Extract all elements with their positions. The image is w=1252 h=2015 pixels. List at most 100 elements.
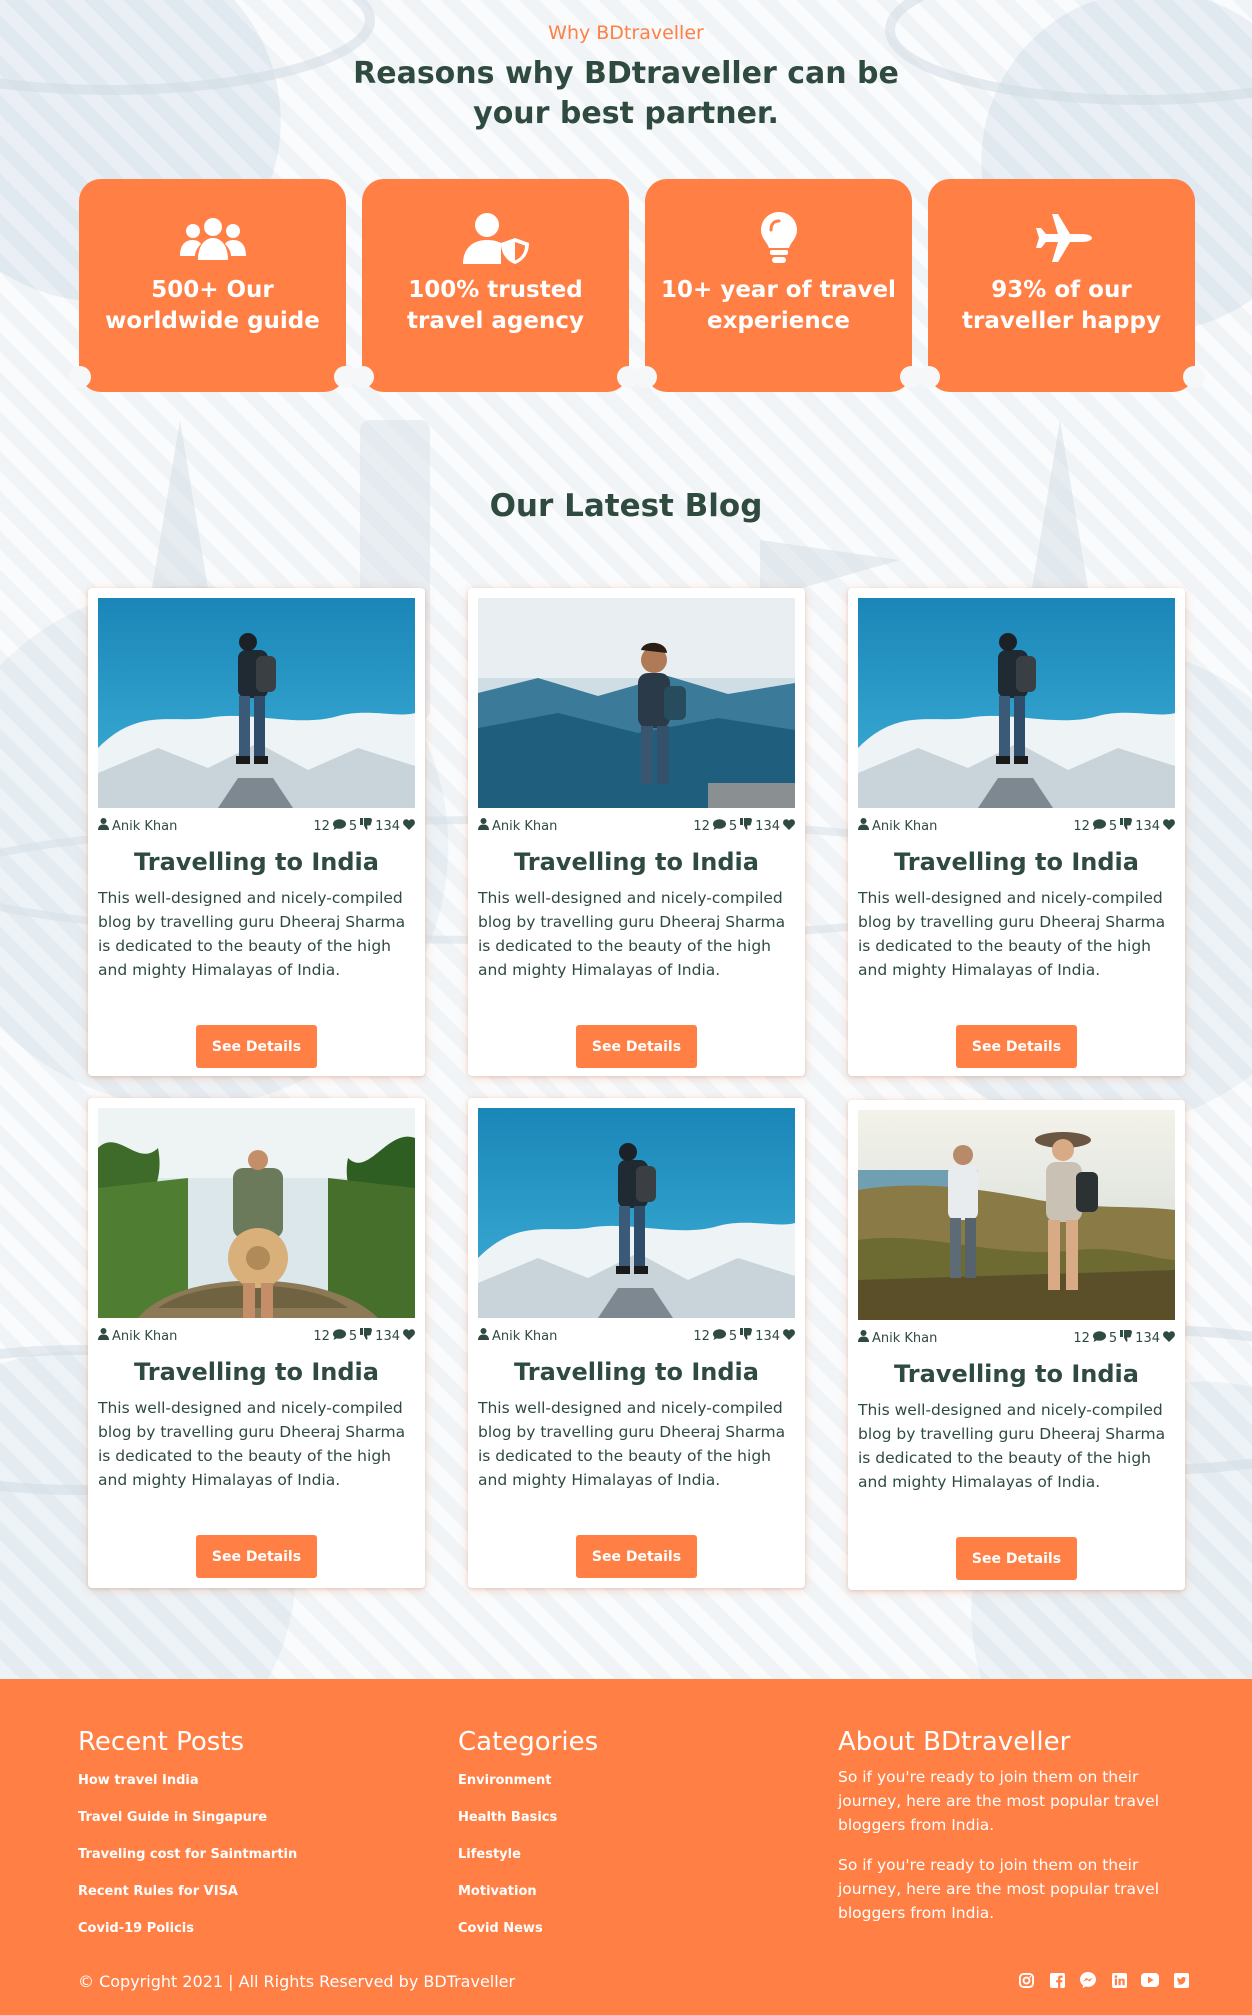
comment-icon[interactable] (1092, 818, 1106, 834)
blog-card: Anik Khan 12 5 134 Travelling to India T… (88, 1098, 425, 1588)
feature-card: 93% of our traveller happy (918, 179, 1205, 392)
comment-icon[interactable] (332, 1328, 346, 1344)
feature-text: 100% trusted travel agency (407, 277, 584, 334)
category-link[interactable]: Lifestyle (458, 1845, 598, 1882)
airplane-icon (928, 211, 1195, 265)
blog-card-description: This well-designed and nicely-compiled b… (478, 1399, 786, 1489)
like-count: 134 (375, 818, 400, 834)
see-details-button[interactable]: See Details (956, 1537, 1077, 1580)
comment-icon[interactable] (712, 1328, 726, 1344)
section-title: Reasons why BDtraveller can be your best… (353, 56, 899, 131)
category-link[interactable]: Motivation (458, 1882, 598, 1919)
thumbs-down-icon[interactable] (1120, 1330, 1133, 1346)
blog-card: Anik Khan 12 5 134 Travelling to India T… (848, 588, 1185, 1076)
facebook-icon[interactable] (1048, 1971, 1066, 1989)
comment-icon[interactable] (1092, 1330, 1106, 1346)
comment-icon[interactable] (332, 818, 346, 834)
post-stats: 12 5 134 (1073, 1330, 1175, 1346)
thumbs-down-icon[interactable] (360, 1328, 373, 1344)
category-link[interactable]: Environment (458, 1771, 598, 1808)
blog-card-image[interactable] (478, 1108, 795, 1318)
youtube-icon[interactable] (1141, 1971, 1159, 1989)
user-shield-icon (362, 211, 629, 265)
blog-card-meta: Anik Khan 12 5 134 (858, 818, 1175, 834)
blog-card-title[interactable]: Travelling to India (468, 1358, 805, 1386)
blog-card-meta: Anik Khan 12 5 134 (478, 818, 795, 834)
user-icon (478, 818, 489, 834)
twitter-icon[interactable] (1172, 1971, 1190, 1989)
blog-card-image[interactable] (98, 598, 415, 808)
see-details-button[interactable]: See Details (196, 1535, 317, 1578)
messenger-icon[interactable] (1079, 1971, 1097, 1989)
instagram-icon[interactable] (1017, 1971, 1035, 1989)
post-stats: 12 5 134 (313, 818, 415, 834)
blog-card-title[interactable]: Travelling to India (848, 848, 1185, 876)
heart-icon[interactable] (403, 818, 415, 834)
thumbs-down-icon[interactable] (740, 1328, 753, 1344)
recent-post-link[interactable]: Traveling cost for Saintmartin (78, 1845, 297, 1882)
dislike-count: 5 (1108, 1330, 1118, 1346)
category-link[interactable]: Covid News (458, 1919, 598, 1956)
category-link[interactable]: Health Basics (458, 1808, 598, 1845)
dislike-count: 5 (348, 818, 358, 834)
see-details-button[interactable]: See Details (956, 1025, 1077, 1068)
author-name: Anik Khan (492, 818, 558, 834)
author-name: Anik Khan (112, 1328, 178, 1344)
heart-icon[interactable] (783, 818, 795, 834)
thumbs-down-icon[interactable] (360, 818, 373, 834)
author-name: Anik Khan (872, 1330, 938, 1346)
feature-card: 500+ Our worldwide guide (69, 179, 356, 392)
blog-section-title: Our Latest Blog (489, 488, 763, 524)
about-paragraph: So if you're ready to join them on their… (838, 1856, 1160, 1922)
categories-title: Categories (458, 1727, 599, 1757)
recent-post-link[interactable]: Travel Guide in Singapure (78, 1808, 297, 1845)
blog-card-title[interactable]: Travelling to India (88, 1358, 425, 1386)
blog-card-image[interactable] (858, 598, 1175, 808)
about-paragraph: So if you're ready to join them on their… (838, 1768, 1160, 1834)
blog-card-title[interactable]: Travelling to India (88, 848, 425, 876)
users-icon (79, 211, 346, 265)
heart-icon[interactable] (1163, 1330, 1175, 1346)
user-icon (858, 1330, 869, 1346)
thumbs-down-icon[interactable] (1120, 818, 1133, 834)
blog-card-meta: Anik Khan 12 5 134 (478, 1328, 795, 1344)
section-eyebrow: Why BDtraveller (548, 22, 704, 44)
card-notch (918, 366, 940, 388)
comment-icon[interactable] (712, 818, 726, 834)
like-count: 134 (1135, 1330, 1160, 1346)
heart-icon[interactable] (403, 1328, 415, 1344)
author: Anik Khan (98, 818, 177, 834)
linkedin-icon[interactable] (1110, 1971, 1128, 1989)
dislike-count: 5 (348, 1328, 358, 1344)
author: Anik Khan (478, 818, 557, 834)
blog-card-image[interactable] (858, 1110, 1175, 1320)
post-stats: 12 5 134 (693, 1328, 795, 1344)
recent-post-link[interactable]: Recent Rules for VISA (78, 1882, 297, 1919)
user-icon (478, 1328, 489, 1344)
card-notch (69, 366, 91, 388)
recent-post-link[interactable]: How travel India (78, 1771, 297, 1808)
like-count: 134 (1135, 818, 1160, 834)
blog-card-image[interactable] (98, 1108, 415, 1318)
see-details-button[interactable]: See Details (196, 1025, 317, 1068)
blog-card-image[interactable] (478, 598, 795, 808)
categories-column: Categories Environment Health Basics Lif… (458, 1727, 598, 1956)
blog-card-title[interactable]: Travelling to India (848, 1360, 1185, 1388)
author: Anik Khan (478, 1328, 557, 1344)
thumbs-down-icon[interactable] (740, 818, 753, 834)
see-details-button[interactable]: See Details (576, 1535, 697, 1578)
author: Anik Khan (858, 1330, 937, 1346)
comment-count: 12 (1073, 1330, 1090, 1346)
blog-card: Anik Khan 12 5 134 Travelling to India T… (468, 1098, 805, 1588)
author-name: Anik Khan (112, 818, 178, 834)
heart-icon[interactable] (1163, 818, 1175, 834)
blog-card-description: This well-designed and nicely-compiled b… (98, 1399, 406, 1489)
see-details-button[interactable]: See Details (576, 1025, 697, 1068)
recent-post-link[interactable]: Covid-19 Policis (78, 1919, 297, 1956)
heart-icon[interactable] (783, 1328, 795, 1344)
like-count: 134 (755, 1328, 780, 1344)
like-count: 134 (755, 818, 780, 834)
blog-card-title[interactable]: Travelling to India (468, 848, 805, 876)
card-notch (635, 366, 657, 388)
author-name: Anik Khan (872, 818, 938, 834)
